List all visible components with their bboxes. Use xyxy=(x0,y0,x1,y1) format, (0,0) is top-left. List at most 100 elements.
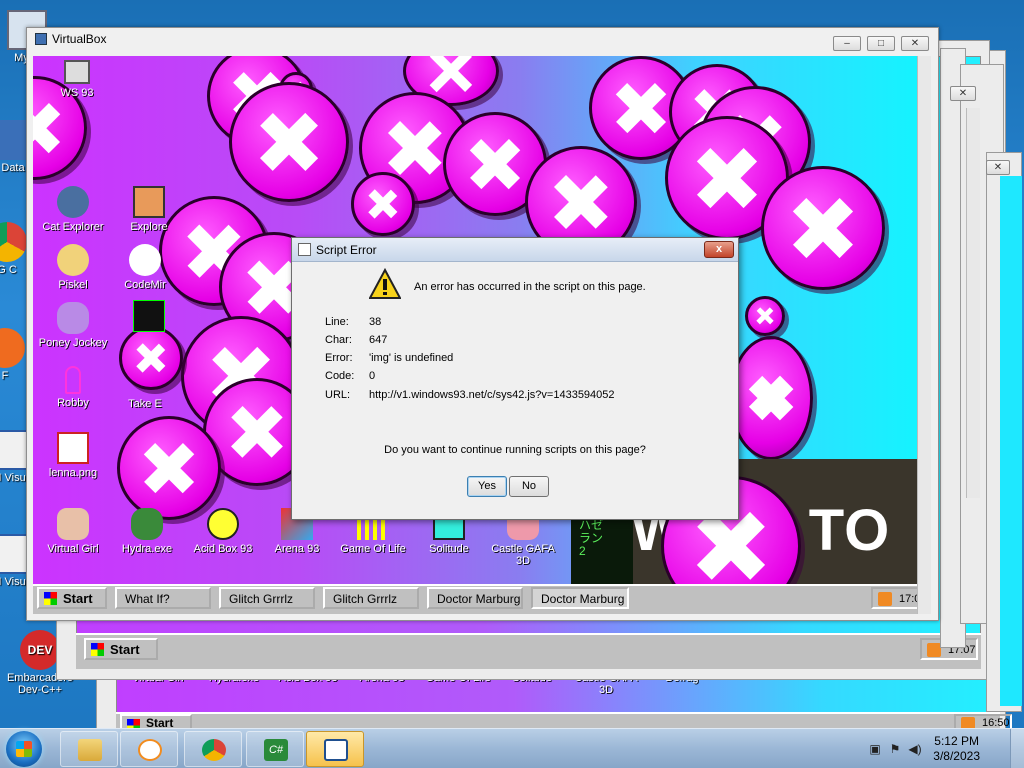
taskbar-csharp[interactable]: C# xyxy=(246,731,304,767)
icon-windows93[interactable]: WS 93 xyxy=(39,60,115,99)
field-value-url: http://v1.windows93.net/c/sys42.js?v=143… xyxy=(369,389,615,401)
no-button[interactable]: No xyxy=(509,476,549,497)
virtual-girl-icon xyxy=(57,508,89,540)
firefox-icon xyxy=(0,328,25,368)
taskbar-media-player[interactable] xyxy=(120,731,178,767)
icon-poney-jockey[interactable]: Poney Jockey xyxy=(35,302,111,349)
icon-label: Solitude xyxy=(429,543,469,555)
w93-task-glitch-1[interactable]: Glitch Grrrlz xyxy=(219,587,315,609)
hydra-icon xyxy=(131,508,163,540)
visual-studio-icon xyxy=(0,534,29,574)
host-icon-label: F xyxy=(1,370,9,382)
icon-label: Arena 93 xyxy=(274,543,320,555)
window-title-text: VirtualBox xyxy=(52,32,107,46)
icon-glitch[interactable] xyxy=(111,300,187,335)
flag-icon[interactable]: ⚑ xyxy=(888,742,902,756)
nested-taskbar-3 xyxy=(116,712,1000,728)
field-value-char: 647 xyxy=(369,334,388,346)
script-error-dialog[interactable]: Script Error x An error has occurred in … xyxy=(291,237,739,520)
w93-start-button[interactable]: Start xyxy=(37,587,107,609)
yes-button[interactable]: Yes xyxy=(467,476,507,497)
icon-virtual-girl[interactable]: Virtual Girl xyxy=(35,508,111,555)
video-side-text: ハゼラン2 xyxy=(579,518,604,558)
icon-piskel[interactable]: Piskel xyxy=(35,244,111,291)
icon-codemirror[interactable]: CodeMir xyxy=(107,244,183,291)
maximize-button[interactable]: □ xyxy=(867,36,895,51)
nested-start-button-2[interactable]: Start xyxy=(84,638,158,660)
dialog-title: Script Error xyxy=(316,243,377,257)
rss-icon xyxy=(927,643,941,657)
close-icon[interactable]: ✕ xyxy=(986,160,1010,175)
visual-studio-icon xyxy=(0,430,29,470)
stickman-icon xyxy=(65,366,81,394)
start-orb[interactable] xyxy=(6,731,42,767)
nested-screen-edge xyxy=(1000,176,1022,706)
close-icon[interactable]: ✕ xyxy=(950,86,976,101)
icon-hydra[interactable]: Hydra.exe xyxy=(109,508,185,555)
w93-task-what-if[interactable]: What If? xyxy=(115,587,211,609)
field-value-line: 38 xyxy=(369,316,382,328)
error-message: An error has occurred in the script on t… xyxy=(414,281,646,293)
icon-label: Explore xyxy=(130,221,168,233)
dialog-close-button[interactable]: x xyxy=(704,241,734,258)
smiley-icon xyxy=(207,508,239,540)
vm-scrollbar[interactable] xyxy=(917,56,931,614)
icon-label: WS 93 xyxy=(60,87,94,99)
warning-icon xyxy=(369,268,401,299)
system-tray: ▣ ⚑ ◀) 5:12 PM 3/8/2023 xyxy=(854,729,1024,768)
image-file-icon xyxy=(57,432,89,464)
icon-label: Piskel xyxy=(58,279,88,291)
icon-label: lenna.png xyxy=(48,467,98,479)
chrome-icon xyxy=(0,222,27,262)
chrome-icon xyxy=(202,739,226,761)
host-icon-label: M Visu xyxy=(0,576,26,588)
volume-icon[interactable]: ◀) xyxy=(908,742,922,756)
icon-label: Robby xyxy=(57,397,89,409)
taskbar-explorer[interactable] xyxy=(60,731,118,767)
taskbar-chrome[interactable] xyxy=(184,731,242,767)
field-label-code: Code: xyxy=(325,370,355,382)
close-button[interactable]: ✕ xyxy=(901,36,929,51)
icon-cat-explorer[interactable]: Cat Explorer xyxy=(35,186,111,233)
taskbar-virtualbox[interactable] xyxy=(306,731,364,767)
icon-label: Take E xyxy=(128,398,162,410)
minimize-button[interactable]: ‒ xyxy=(833,36,861,51)
error-bubble xyxy=(745,296,785,336)
error-bubble xyxy=(229,82,349,202)
field-value-error: 'img' is undefined xyxy=(369,352,454,364)
media-player-icon xyxy=(138,739,162,761)
show-desktop-button[interactable] xyxy=(1010,729,1024,768)
clock-time: 5:12 PM xyxy=(934,734,979,748)
w93-task-doctor-2[interactable]: Doctor Marburg xyxy=(531,587,629,609)
icon-acid-box[interactable]: Acid Box 93 xyxy=(185,508,261,555)
icon-label: Castle GAFA 3D xyxy=(491,543,555,567)
host-icon-label: Data xyxy=(1,162,25,174)
icon-lenna[interactable]: lenna.png xyxy=(35,432,111,479)
nested-taskbar-2 xyxy=(76,633,981,669)
w93-task-doctor-1[interactable]: Doctor Marburg xyxy=(427,587,523,609)
clock-date: 3/8/2023 xyxy=(933,749,980,763)
window-title: VirtualBox xyxy=(35,32,106,46)
virtualbox-window-icon xyxy=(324,739,348,761)
icon-label: Hydra.exe xyxy=(121,543,173,555)
network-icon[interactable]: ▣ xyxy=(868,742,882,756)
icon-explorer[interactable]: Explore xyxy=(111,186,187,233)
field-label-char: Char: xyxy=(325,334,352,346)
dialog-titlebar[interactable]: Script Error x xyxy=(292,238,738,262)
host-icon-label: M Visu xyxy=(0,472,26,484)
windows-taskbar: C# ▣ ⚑ ◀) 5:12 PM 3/8/2023 xyxy=(0,728,1024,768)
icon-label: CodeMir xyxy=(124,279,166,291)
palette-icon xyxy=(57,244,89,276)
w93-task-glitch-2[interactable]: Glitch Grrrlz xyxy=(323,587,419,609)
icon-take[interactable]: Take E xyxy=(107,398,183,410)
explorer-face-icon xyxy=(133,186,165,218)
icon-robby[interactable]: Robby xyxy=(35,366,111,409)
field-label-url: URL: xyxy=(325,389,351,401)
icon-label: Game Of Life xyxy=(340,543,406,555)
computer-icon xyxy=(64,60,90,84)
taskbar-clock[interactable]: 5:12 PM 3/8/2023 xyxy=(933,734,980,764)
nested-scrollbar[interactable] xyxy=(966,108,980,498)
icon-label: Virtual Girl xyxy=(47,543,99,555)
explorer-icon xyxy=(78,739,102,761)
icon-label: Cat Explorer xyxy=(42,221,104,233)
